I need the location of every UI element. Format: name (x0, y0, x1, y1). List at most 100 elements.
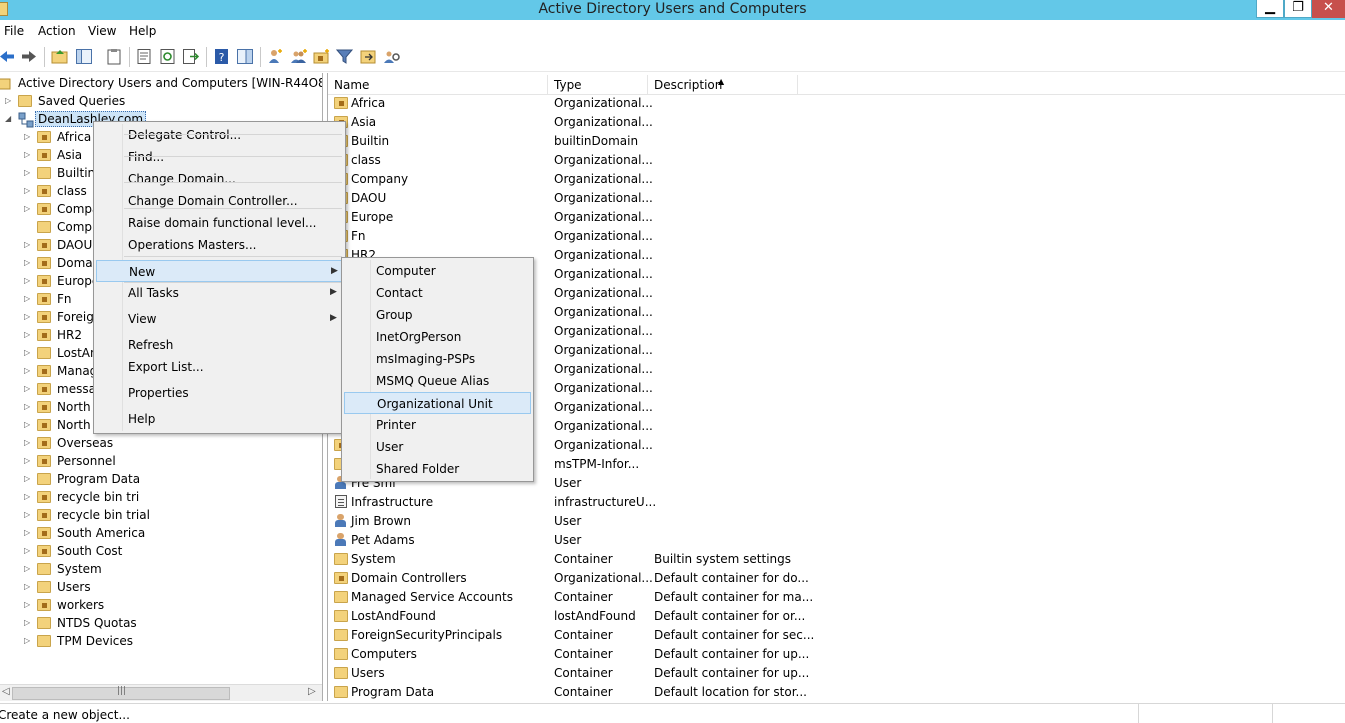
menu-help[interactable]: Help (129, 24, 156, 38)
table-row[interactable]: Users Container Default container for up..… (328, 664, 1328, 683)
table-row[interactable]: Company Organizational... (328, 170, 1328, 189)
expand-arrow-icon[interactable]: ▷ (24, 312, 32, 322)
submenu-item-contact[interactable]: Contact (344, 282, 531, 304)
forward-icon[interactable] (20, 48, 38, 65)
menu-item-delegate-control[interactable]: Delegate Control... (96, 124, 343, 146)
expand-arrow-icon[interactable]: ▷ (24, 186, 32, 196)
new-ou-icon[interactable] (313, 48, 331, 65)
column-header-name[interactable]: Name (328, 75, 548, 95)
menu-file[interactable]: File (4, 24, 24, 38)
new-group-icon[interactable] (290, 48, 308, 65)
expand-arrow-icon[interactable]: ▷ (24, 636, 32, 646)
submenu-item-msmq-queue-alias[interactable]: MSMQ Queue Alias (344, 370, 531, 392)
expand-arrow-icon[interactable]: ▷ (24, 330, 32, 340)
menu-item-find[interactable]: Find... (96, 146, 343, 168)
expand-arrow-icon[interactable]: ▷ (24, 438, 32, 448)
expand-arrow-icon[interactable]: ▷ (24, 510, 32, 520)
table-row[interactable]: Africa Organizational... (328, 94, 1328, 113)
menu-item-properties[interactable]: Properties (96, 382, 343, 404)
table-row[interactable]: Asia Organizational... (328, 113, 1328, 132)
refresh-icon[interactable] (159, 48, 177, 65)
minimize-button[interactable]: ▁ (1256, 0, 1284, 18)
expand-arrow-icon[interactable]: ▷ (24, 528, 32, 538)
scroll-left-icon[interactable]: ◁ (2, 686, 10, 697)
menu-item-raise-functional-level[interactable]: Raise domain functional level... (96, 212, 343, 234)
table-row[interactable]: Pet Adams User (328, 531, 1328, 550)
menu-item-help[interactable]: Help (96, 408, 343, 430)
expand-arrow-icon[interactable]: ▷ (24, 420, 32, 430)
expand-arrow-icon[interactable]: ▷ (24, 150, 32, 160)
table-row[interactable]: Infrastructure infrastructureU... (328, 493, 1328, 512)
expand-arrow-icon[interactable]: ▷ (24, 564, 32, 574)
help-icon[interactable]: ? (213, 48, 231, 65)
table-row[interactable]: Domain Controllers Organizational... Defau… (328, 569, 1328, 588)
table-row[interactable]: LostAndFound lostAndFound Default containe… (328, 607, 1328, 626)
scroll-right-icon[interactable]: ▷ (308, 686, 316, 697)
menu-item-new[interactable]: New ▶ (96, 260, 343, 282)
menu-item-operations-masters[interactable]: Operations Masters... (96, 234, 343, 256)
submenu-item-shared-folder[interactable]: Shared Folder (344, 458, 531, 480)
delegate-control-icon[interactable] (383, 48, 401, 65)
expand-arrow-icon[interactable]: ▷ (24, 276, 32, 286)
table-row[interactable]: Fn Organizational... (328, 227, 1328, 246)
table-row[interactable]: Computers Container Default container for … (328, 645, 1328, 664)
up-folder-icon[interactable] (51, 48, 69, 65)
table-row[interactable]: Builtin builtinDomain (328, 132, 1328, 151)
expand-arrow-icon[interactable]: ▷ (24, 402, 32, 412)
expand-arrow-icon[interactable]: ▷ (24, 456, 32, 466)
expand-arrow-icon[interactable]: ▷ (24, 366, 32, 376)
submenu-item-group[interactable]: Group (344, 304, 531, 326)
expand-arrow-icon[interactable]: ▷ (24, 168, 32, 178)
table-row[interactable]: Managed Service Accounts Container Default… (328, 588, 1328, 607)
expand-arrow-icon[interactable]: ▷ (24, 240, 32, 250)
show-action-pane-icon[interactable] (236, 48, 254, 65)
expand-arrow-icon[interactable]: ▷ (24, 546, 32, 556)
expand-arrow-icon[interactable]: ▷ (5, 96, 13, 106)
table-row[interactable]: Europe Organizational... (328, 208, 1328, 227)
expand-arrow-icon[interactable]: ▷ (24, 258, 32, 268)
table-row[interactable]: Program Data Container Default location fo… (328, 683, 1328, 701)
table-row[interactable]: class Organizational... (328, 151, 1328, 170)
collapse-arrow-icon[interactable]: ◢ (5, 114, 13, 124)
tree-root[interactable]: Active Directory Users and Computers [WI… (0, 75, 322, 93)
restore-button[interactable]: ❐ (1284, 0, 1312, 18)
menu-item-export-list[interactable]: Export List... (96, 356, 343, 378)
scrollbar-thumb[interactable]: ||| (12, 686, 230, 700)
expand-arrow-icon[interactable]: ▷ (24, 474, 32, 484)
menu-item-view[interactable]: View ▶ (96, 308, 343, 330)
submenu-item-printer[interactable]: Printer (344, 414, 531, 436)
add-to-group-icon[interactable] (360, 48, 378, 65)
submenu-item-msimaging-psps[interactable]: msImaging-PSPs (344, 348, 531, 370)
menu-view[interactable]: View (88, 24, 116, 38)
expand-arrow-icon[interactable]: ▷ (24, 204, 32, 214)
new-user-icon[interactable] (266, 48, 284, 65)
table-row[interactable]: Jim Brown User (328, 512, 1328, 531)
expand-arrow-icon[interactable]: ▷ (24, 582, 32, 592)
expand-arrow-icon[interactable]: ▷ (24, 492, 32, 502)
column-header-type[interactable]: Type (548, 75, 648, 95)
submenu-item-organizational-unit[interactable]: Organizational Unit (344, 392, 531, 414)
expand-arrow-icon[interactable]: ▷ (24, 348, 32, 358)
menu-action[interactable]: Action (38, 24, 76, 38)
properties-page-icon[interactable] (135, 48, 153, 65)
menu-item-change-domain[interactable]: Change Domain... (96, 168, 343, 190)
back-icon[interactable] (0, 48, 16, 65)
close-button[interactable]: ✕ (1312, 0, 1345, 18)
table-row[interactable]: ForeignSecurityPrincipals Container Defaul… (328, 626, 1328, 645)
table-row[interactable]: DAOU Organizational... (328, 189, 1328, 208)
expand-arrow-icon[interactable]: ▷ (24, 618, 32, 628)
submenu-item-computer[interactable]: Computer (344, 260, 531, 282)
menu-item-refresh[interactable]: Refresh (96, 334, 343, 356)
export-list-icon[interactable] (182, 48, 200, 65)
tree-horizontal-scrollbar[interactable]: ◁ ||| ▷ (0, 684, 322, 701)
expand-arrow-icon[interactable]: ▷ (24, 132, 32, 142)
table-row[interactable]: System Container Builtin system settings (328, 550, 1328, 569)
expand-arrow-icon[interactable]: ▷ (24, 384, 32, 394)
filter-icon[interactable] (336, 48, 354, 65)
show-tree-icon[interactable] (75, 48, 93, 65)
menu-item-all-tasks[interactable]: All Tasks ▶ (96, 282, 343, 304)
submenu-item-inetorgperson[interactable]: InetOrgPerson (344, 326, 531, 348)
submenu-item-user[interactable]: User (344, 436, 531, 458)
column-header-description[interactable]: Description ▲ (648, 75, 798, 95)
expand-arrow-icon[interactable]: ▷ (24, 294, 32, 304)
